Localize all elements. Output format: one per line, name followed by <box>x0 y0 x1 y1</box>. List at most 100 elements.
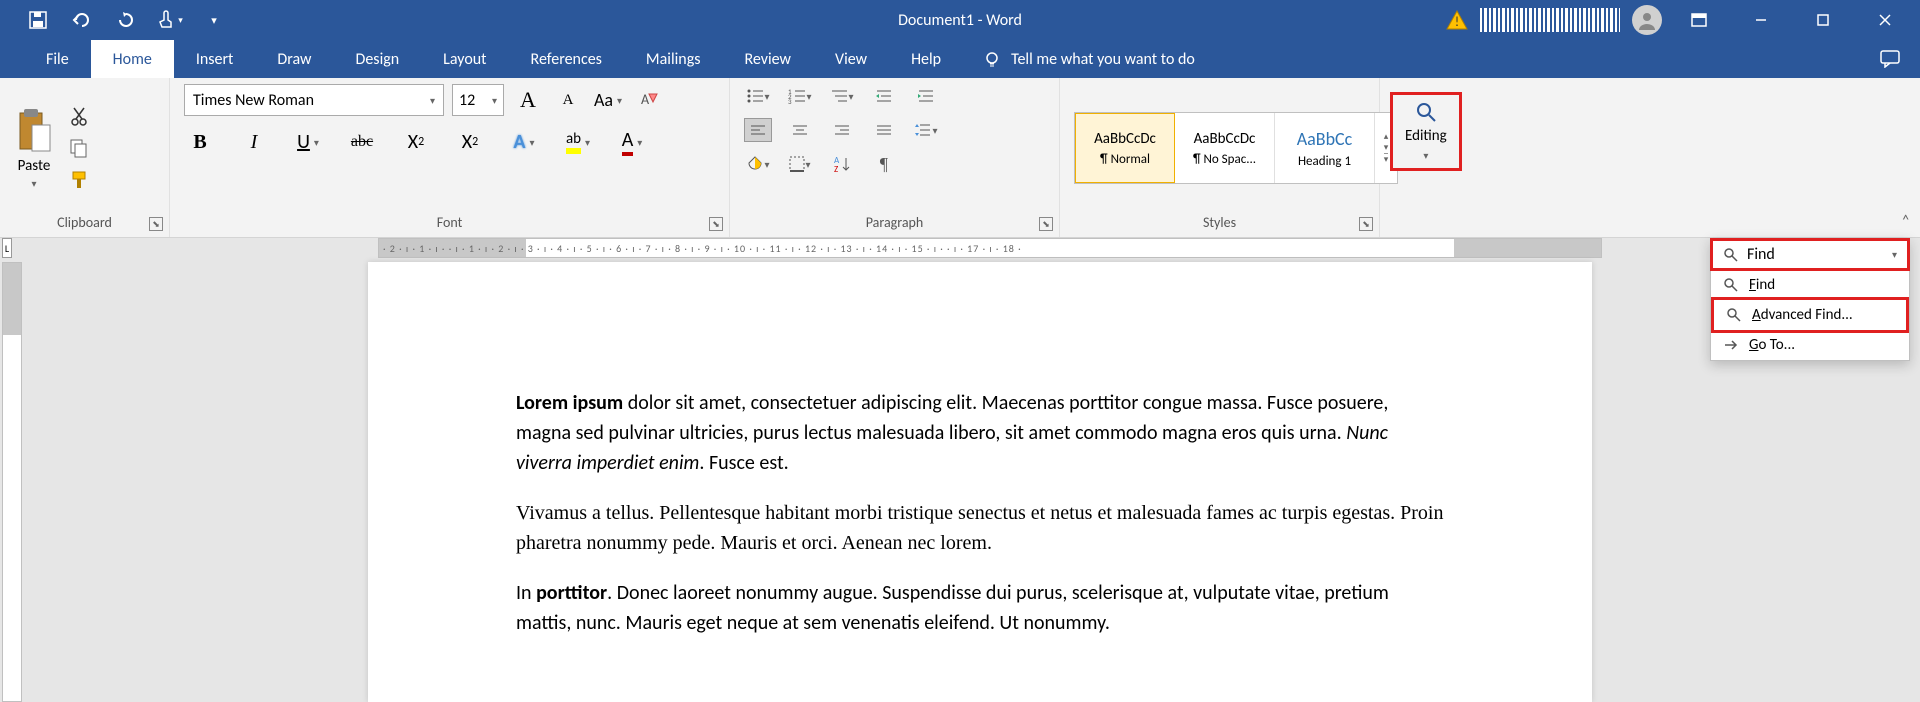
group-clipboard: Paste ▾ Clipboard ⬊ <box>0 78 170 237</box>
svg-text:3: 3 <box>788 97 792 104</box>
find-label: Find <box>1747 245 1775 264</box>
find-split-button[interactable]: Find ▾ <box>1710 238 1910 271</box>
format-painter-icon[interactable] <box>68 169 90 191</box>
tab-view[interactable]: View <box>813 40 889 78</box>
title-right-controls: ! <box>1446 0 1920 40</box>
subscript-button[interactable]: X2 <box>400 128 432 156</box>
tab-mailings[interactable]: Mailings <box>624 40 723 78</box>
maximize-icon[interactable] <box>1798 0 1848 40</box>
menu-advanced-find[interactable]: Advanced Find... <box>1711 297 1909 333</box>
group-editing: Editing ▾ <box>1380 78 1472 237</box>
paste-icon <box>14 107 54 155</box>
touch-mode-icon[interactable]: ▾ <box>152 2 188 38</box>
increase-indent-icon[interactable] <box>912 84 940 108</box>
styles-gallery[interactable]: AaBbCcDc ¶ Normal AaBbCcDc ¶ No Spac... … <box>1074 112 1398 184</box>
tab-help[interactable]: Help <box>889 40 963 78</box>
ruler-row: L · 2 · ı · 1 · ı · · ı · 1 · ı · 2 · ı … <box>0 238 1920 258</box>
style-normal[interactable]: AaBbCcDc ¶ Normal <box>1075 113 1175 183</box>
show-hide-icon[interactable]: ¶ <box>870 152 898 176</box>
superscript-button[interactable]: X2 <box>454 128 486 156</box>
paragraph-label: Paragraph <box>744 212 1045 235</box>
copy-icon[interactable] <box>68 137 90 159</box>
paragraph-1[interactable]: Lorem ipsum dolor sit amet, consectetuer… <box>516 388 1444 478</box>
redo-icon[interactable] <box>108 2 144 38</box>
save-icon[interactable] <box>20 2 56 38</box>
close-icon[interactable] <box>1860 0 1910 40</box>
user-avatar[interactable] <box>1632 5 1662 35</box>
document-name: Document1 <box>898 11 974 30</box>
paste-button[interactable]: Paste ▾ <box>14 107 54 190</box>
tab-references[interactable]: References <box>509 40 624 78</box>
ribbon-display-icon[interactable] <box>1674 0 1724 40</box>
tell-me-search[interactable]: Tell me what you want to do <box>983 40 1860 78</box>
vertical-ruler[interactable] <box>2 262 22 702</box>
horizontal-ruler[interactable]: · 2 · ı · 1 · ı · · ı · 1 · ı · 2 · ı · … <box>378 238 1602 258</box>
lightbulb-icon <box>983 50 1001 68</box>
font-color-icon[interactable]: A▾ <box>616 128 648 156</box>
search-icon <box>1723 247 1739 263</box>
strikethrough-button[interactable]: abc <box>346 128 378 156</box>
style-no-spacing[interactable]: AaBbCcDc ¶ No Spac... <box>1175 113 1275 183</box>
change-case-icon[interactable]: Aa▾ <box>592 86 624 114</box>
clipboard-launcher-icon[interactable]: ⬊ <box>149 217 163 231</box>
line-spacing-icon[interactable]: ▾ <box>912 118 940 142</box>
shading-icon[interactable]: ▾ <box>744 152 772 176</box>
tab-home[interactable]: Home <box>91 40 174 78</box>
quick-access-toolbar: ▾ ▾ <box>0 2 232 38</box>
align-left-icon[interactable] <box>744 118 772 142</box>
paragraph-3[interactable]: In porttitor. Donec laoreet nonummy augu… <box>516 578 1444 638</box>
tab-insert[interactable]: Insert <box>174 40 256 78</box>
bullets-icon[interactable]: ▾ <box>744 84 772 108</box>
highlight-icon[interactable]: ab▾ <box>562 128 594 156</box>
page[interactable]: Lorem ipsum dolor sit amet, consectetuer… <box>368 262 1592 702</box>
menu-go-to[interactable]: Go To... <box>1711 330 1909 360</box>
tab-design[interactable]: Design <box>334 40 422 78</box>
paragraph-launcher-icon[interactable]: ⬊ <box>1039 217 1053 231</box>
font-size-selector[interactable]: 12▾ <box>452 84 504 116</box>
group-font: Times New Roman▾ 12▾ A A Aa▾ A B I U▾ ab… <box>170 78 730 237</box>
arrow-right-icon <box>1723 337 1739 353</box>
menu-find[interactable]: Find <box>1711 270 1909 300</box>
multilevel-list-icon[interactable]: ▾ <box>828 84 856 108</box>
minimize-icon[interactable] <box>1736 0 1786 40</box>
menu-advanced-find-label: Advanced Find... <box>1752 306 1853 324</box>
font-launcher-icon[interactable]: ⬊ <box>709 217 723 231</box>
customize-qat-icon[interactable]: ▾ <box>196 2 232 38</box>
justify-icon[interactable] <box>870 118 898 142</box>
decrease-indent-icon[interactable] <box>870 84 898 108</box>
bold-button[interactable]: B <box>184 128 216 156</box>
font-name-selector[interactable]: Times New Roman▾ <box>184 84 444 116</box>
sort-icon[interactable]: AZ <box>828 152 856 176</box>
paragraph-2[interactable]: Vivamus a tellus. Pellentesque habitant … <box>516 498 1444 558</box>
numbering-icon[interactable]: 123▾ <box>786 84 814 108</box>
text-effects-icon[interactable]: A▾ <box>508 128 540 156</box>
style-heading-1[interactable]: AaBbCc Heading 1 <box>1275 113 1375 183</box>
tab-file[interactable]: File <box>24 40 91 78</box>
window-title: Document1 - Word <box>898 11 1022 30</box>
collapse-ribbon-icon[interactable]: ˄ <box>1901 212 1910 231</box>
tell-me-label: Tell me what you want to do <box>1011 50 1195 69</box>
title-bar: ▾ ▾ Document1 - Word ! <box>0 0 1920 40</box>
italic-button[interactable]: I <box>238 128 270 156</box>
borders-icon[interactable]: ▾ <box>786 152 814 176</box>
editing-button[interactable]: Editing ▾ <box>1390 92 1462 171</box>
grow-font-icon[interactable]: A <box>512 86 544 114</box>
styles-launcher-icon[interactable]: ⬊ <box>1359 217 1373 231</box>
shrink-font-icon[interactable]: A <box>552 86 584 114</box>
underline-button[interactable]: U▾ <box>292 128 324 156</box>
align-center-icon[interactable] <box>786 118 814 142</box>
app-name: Word <box>986 11 1022 30</box>
clear-formatting-icon[interactable]: A <box>632 86 664 114</box>
tab-draw[interactable]: Draw <box>255 40 333 78</box>
comments-icon[interactable] <box>1860 40 1920 78</box>
align-right-icon[interactable] <box>828 118 856 142</box>
undo-icon[interactable] <box>64 2 100 38</box>
group-paragraph: ▾ 123▾ ▾ ▾ ▾ ▾ AZ ¶ Paragraph ⬊ <box>730 78 1060 237</box>
tab-review[interactable]: Review <box>722 40 813 78</box>
warning-icon[interactable]: ! <box>1446 10 1468 30</box>
tab-layout[interactable]: Layout <box>421 40 508 78</box>
document-area: Lorem ipsum dolor sit amet, consectetuer… <box>0 258 1920 702</box>
ribbon: Paste ▾ Clipboard ⬊ Times New Roman▾ 12▾… <box>0 78 1920 238</box>
cut-icon[interactable] <box>68 105 90 127</box>
tab-selector[interactable]: L <box>2 238 12 258</box>
